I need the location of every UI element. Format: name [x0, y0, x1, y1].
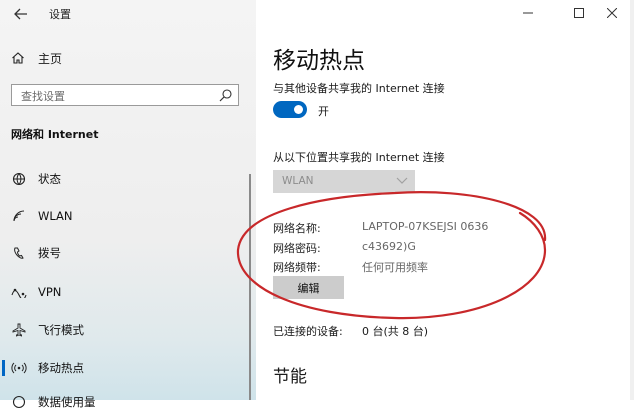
close-icon	[607, 8, 617, 18]
globe-icon	[11, 171, 27, 187]
hotspot-toggle[interactable]	[273, 101, 307, 118]
network-band-row: 网络频带: 任何可用频率	[273, 259, 428, 275]
section-title: 网络和 Internet	[11, 128, 99, 141]
search-input[interactable]: 查找设置	[11, 84, 239, 106]
sidebar-item-home[interactable]: 主页	[11, 49, 62, 67]
share-from-label: 从以下位置共享我的 Internet 连接	[273, 151, 445, 164]
sidebar-item-hotspot[interactable]: 移动热点	[0, 354, 256, 382]
network-password-label: 网络密码:	[273, 242, 321, 255]
airplane-icon	[11, 322, 27, 338]
data-usage-icon	[11, 394, 27, 410]
sidebar-item-label: VPN	[38, 285, 62, 299]
network-name-value: LAPTOP-07KSEJSI 0636	[362, 220, 489, 233]
network-band-value: 任何可用频率	[362, 261, 428, 274]
maximize-icon	[574, 8, 584, 18]
minimize-icon	[523, 12, 533, 14]
share-label: 与其他设备共享我的 Internet 连接	[273, 82, 445, 95]
wifi-icon	[11, 208, 27, 224]
sidebar-item-wlan[interactable]: WLAN	[0, 202, 256, 230]
hotspot-icon	[11, 360, 27, 376]
network-password-value: c43692)G	[362, 240, 416, 253]
connected-devices-value: 0 台(共 8 台)	[362, 325, 429, 338]
sidebar-item-label: 数据使用量	[38, 395, 96, 409]
sidebar-item-vpn[interactable]: VPN	[0, 278, 256, 306]
network-password-row: 网络密码: c43692)G	[273, 240, 416, 256]
network-name-row: 网络名称: LAPTOP-07KSEJSI 0636	[273, 220, 488, 236]
sidebar: 设置 主页 查找设置 网络和 Internet 状态 WLAN 拨号 VPN 飞…	[0, 0, 256, 409]
search-placeholder: 查找设置	[21, 90, 65, 103]
sidebar-item-label: 拨号	[38, 246, 61, 260]
chevron-down-icon	[396, 177, 408, 184]
connected-devices-row: 已连接的设备: 0 台(共 8 台)	[273, 323, 428, 339]
maximize-button[interactable]	[563, 2, 595, 24]
energy-saving-heading: 节能	[273, 367, 307, 387]
sidebar-item-data-usage[interactable]: 数据使用量	[0, 388, 256, 416]
sidebar-scrollbar[interactable]	[249, 174, 251, 400]
minimize-button[interactable]	[512, 2, 544, 24]
window-title: 设置	[49, 8, 71, 21]
network-name-label: 网络名称:	[273, 222, 321, 235]
dropdown-value: WLAN	[282, 175, 314, 187]
connected-devices-label: 已连接的设备:	[273, 325, 343, 338]
sidebar-item-status[interactable]: 状态	[0, 165, 256, 193]
vpn-icon	[11, 284, 27, 300]
page-title: 移动热点	[273, 48, 365, 74]
sidebar-item-label: 状态	[38, 172, 61, 186]
sidebar-item-label: 主页	[38, 51, 63, 66]
share-from-dropdown[interactable]: WLAN	[273, 170, 415, 193]
sidebar-item-label: WLAN	[38, 209, 73, 223]
sidebar-item-dialup[interactable]: 拨号	[0, 239, 256, 267]
close-button[interactable]	[596, 2, 628, 24]
sidebar-item-label: 移动热点	[38, 361, 84, 375]
sidebar-item-airplane[interactable]: 飞行模式	[0, 316, 256, 344]
toggle-knob	[294, 105, 303, 114]
edit-button[interactable]: 编辑	[273, 276, 344, 299]
back-arrow-icon	[14, 8, 27, 20]
active-indicator	[2, 360, 5, 376]
back-button[interactable]	[10, 4, 32, 24]
sidebar-item-label: 飞行模式	[38, 323, 84, 337]
home-icon	[12, 52, 24, 64]
main-scrollbar[interactable]	[630, 0, 634, 400]
toggle-state-label: 开	[318, 105, 329, 118]
search-icon	[219, 89, 232, 102]
network-band-label: 网络频带:	[273, 261, 321, 274]
dialup-icon	[11, 245, 27, 261]
